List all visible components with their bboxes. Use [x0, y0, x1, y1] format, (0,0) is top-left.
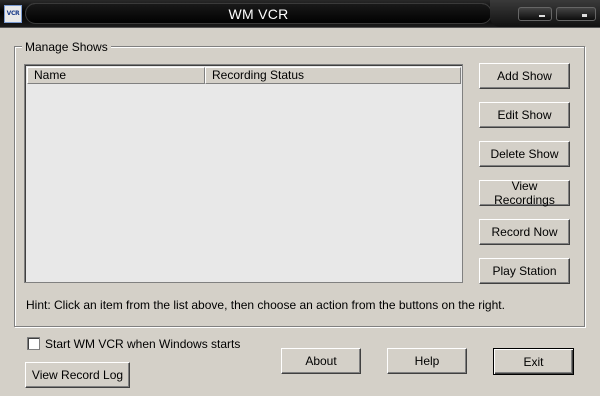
view-record-log-button[interactable]: View Record Log: [25, 362, 130, 388]
play-station-button[interactable]: Play Station: [479, 258, 570, 284]
add-show-button[interactable]: Add Show: [479, 63, 570, 89]
manage-shows-label: Manage Shows: [22, 40, 111, 54]
minimize-button[interactable]: [518, 7, 552, 21]
exit-button[interactable]: Exit: [493, 348, 574, 375]
about-button[interactable]: About: [281, 348, 361, 374]
start-with-windows-checkbox[interactable]: [27, 337, 40, 350]
close-icon: [582, 14, 587, 17]
window-controls: [490, 0, 600, 27]
window-title: WM VCR: [228, 5, 289, 22]
shows-list[interactable]: Name Recording Status: [24, 64, 463, 283]
close-button[interactable]: [556, 7, 596, 21]
delete-show-button[interactable]: Delete Show: [479, 141, 570, 167]
start-with-windows-label[interactable]: Start WM VCR when Windows starts: [45, 337, 240, 351]
title-pill: WM VCR: [25, 3, 492, 24]
hint-text: Hint: Click an item from the list above,…: [26, 298, 505, 312]
minimize-icon: [539, 15, 545, 17]
vcr-app-icon[interactable]: VCR: [4, 5, 22, 23]
column-header-name[interactable]: Name: [27, 67, 205, 84]
list-header: Name Recording Status: [27, 67, 461, 84]
app-icon-text: VCR: [6, 10, 20, 17]
view-recordings-button[interactable]: View Recordings: [479, 179, 570, 207]
title-bar[interactable]: VCR WM VCR: [0, 0, 600, 28]
record-now-button[interactable]: Record Now: [479, 219, 570, 245]
help-button[interactable]: Help: [387, 348, 467, 374]
edit-show-button[interactable]: Edit Show: [479, 102, 570, 128]
column-header-recording-status[interactable]: Recording Status: [205, 67, 461, 84]
